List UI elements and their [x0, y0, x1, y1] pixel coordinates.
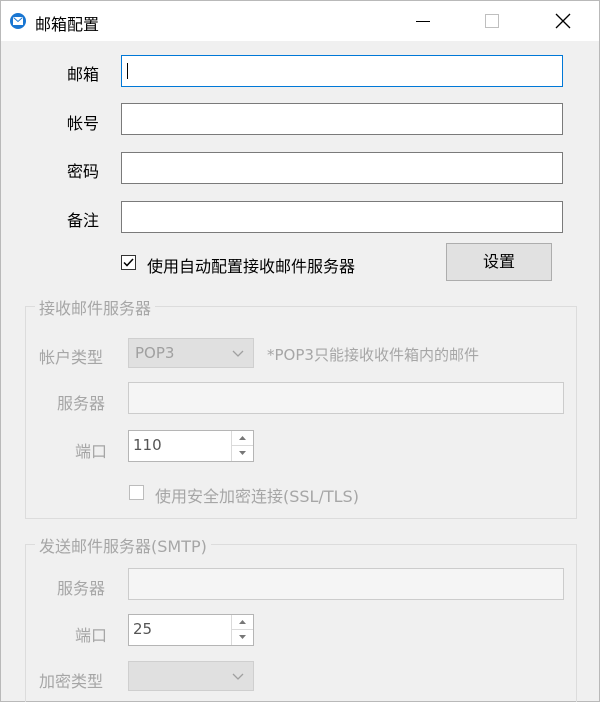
- incoming-port-label: 端口: [75, 442, 108, 461]
- close-button[interactable]: [541, 1, 587, 41]
- email-input[interactable]: [121, 55, 563, 87]
- note-label: 备注: [67, 211, 100, 230]
- encryption-label: 加密类型: [39, 672, 104, 691]
- account-type-label: 帐户类型: [39, 348, 104, 367]
- account-label: 帐号: [67, 114, 100, 133]
- window-title: 邮箱配置: [35, 15, 100, 34]
- incoming-server-input[interactable]: [128, 382, 564, 414]
- outgoing-port-value: 25: [133, 620, 153, 638]
- mail-config-window: 邮箱配置 邮箱 帐号 密码 备注 使用自动配置接收邮件服务器 设置 接收邮件服务…: [0, 0, 600, 702]
- incoming-group-title: 接收邮件服务器: [35, 295, 156, 319]
- password-label: 密码: [67, 162, 100, 181]
- outgoing-server-label: 服务器: [57, 579, 106, 598]
- minimize-button[interactable]: [399, 1, 445, 41]
- email-label: 邮箱: [67, 65, 100, 84]
- maximize-button[interactable]: [469, 1, 515, 41]
- checkmark-icon: [123, 258, 134, 267]
- ssl-label: 使用安全加密连接(SSL/TLS): [155, 487, 359, 506]
- close-icon: [555, 13, 571, 29]
- title-bar: 邮箱配置: [1, 1, 599, 41]
- incoming-port-value: 110: [133, 436, 162, 454]
- auto-config-label: 使用自动配置接收邮件服务器: [147, 257, 356, 276]
- mail-icon: [10, 13, 26, 29]
- spin-up-icon[interactable]: [232, 431, 253, 446]
- spin-up-icon[interactable]: [232, 615, 253, 630]
- text-caret: [127, 63, 128, 79]
- outgoing-port-spinner[interactable]: 25: [128, 614, 254, 646]
- spinner-buttons: [231, 615, 253, 645]
- account-input[interactable]: [121, 103, 563, 135]
- chevron-down-icon: [232, 673, 244, 680]
- spinner-buttons: [231, 431, 253, 461]
- outgoing-group-title: 发送邮件服务器(SMTP): [35, 533, 211, 557]
- incoming-server-label: 服务器: [57, 394, 106, 413]
- auto-config-checkbox[interactable]: [121, 255, 136, 270]
- account-type-select[interactable]: POP3: [128, 338, 254, 368]
- outgoing-port-label: 端口: [75, 626, 108, 645]
- settings-button[interactable]: 设置: [446, 243, 552, 281]
- incoming-port-spinner[interactable]: 110: [128, 430, 254, 462]
- account-type-value: POP3: [135, 344, 175, 362]
- spin-down-icon[interactable]: [232, 446, 253, 461]
- spin-down-icon[interactable]: [232, 630, 253, 645]
- encryption-select[interactable]: [128, 661, 254, 691]
- account-type-hint: *POP3只能接收收件箱内的邮件: [267, 346, 479, 364]
- note-input[interactable]: [121, 201, 563, 233]
- ssl-checkbox[interactable]: [129, 485, 144, 500]
- chevron-down-icon: [232, 350, 244, 357]
- outgoing-server-input[interactable]: [128, 568, 564, 600]
- password-input[interactable]: [121, 152, 563, 184]
